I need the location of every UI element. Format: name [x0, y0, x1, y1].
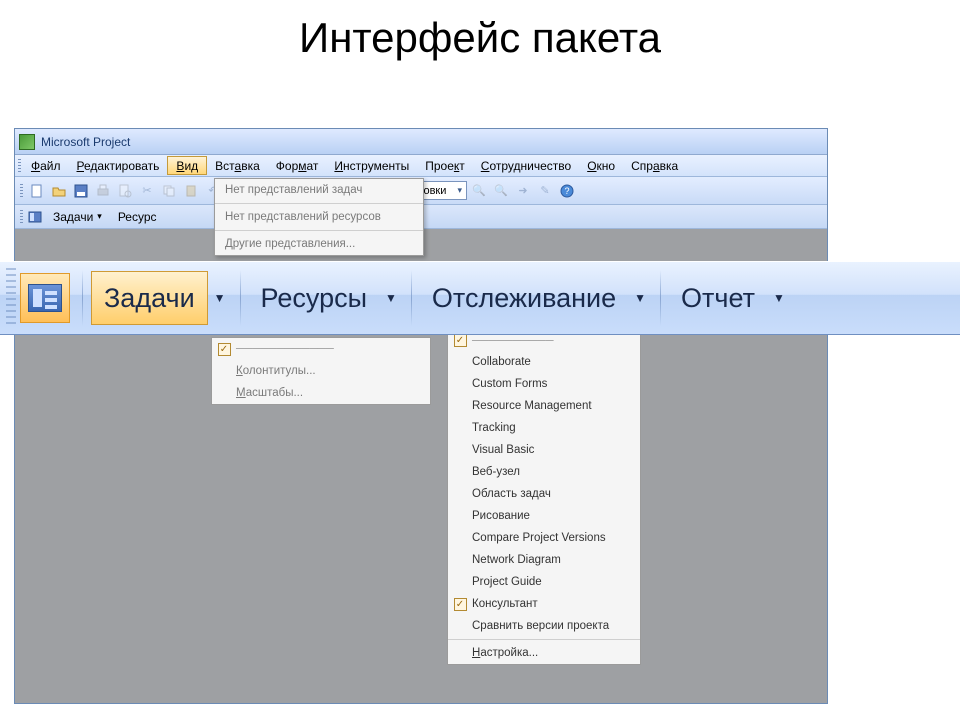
chevron-down-icon: ▼	[385, 291, 397, 305]
app-title: Microsoft Project	[41, 135, 130, 149]
wizard-icon[interactable]: ✎	[535, 181, 555, 201]
menubar: Файл Редактировать Вид Вставка Формат Ин…	[15, 155, 827, 177]
tb-web[interactable]: Веб-узел	[448, 461, 640, 483]
guide-tasks-btn[interactable]: Задачи ▾	[45, 207, 110, 227]
menu-collab[interactable]: Сотрудничество	[473, 155, 579, 176]
guide-resources-dropdown[interactable]: ▼	[379, 271, 403, 325]
view-sub-headers-footers[interactable]: Колонтитулы...	[212, 360, 430, 382]
view-dd-other[interactable]: Другие представления...	[215, 233, 423, 255]
view-sub-zoom[interactable]: Масштабы...	[212, 382, 430, 404]
guide-view-icon[interactable]	[25, 207, 45, 227]
help-icon[interactable]: ?	[557, 181, 577, 201]
tb-customize[interactable]: Настройка...	[448, 642, 640, 664]
guide-pane-toggle[interactable]	[20, 273, 70, 323]
guide-grip-icon[interactable]	[17, 210, 25, 224]
divider	[411, 270, 412, 326]
app-icon	[19, 134, 35, 150]
chevron-down-icon: ▼	[214, 291, 226, 305]
guide-resources-btn[interactable]: Ресурс	[110, 207, 165, 227]
guide-bar-grip-icon[interactable]	[6, 268, 16, 328]
project-guide-bar: Задачи ▼ Ресурсы ▼ Отслеживание ▼ Отчет …	[0, 261, 960, 335]
tb-consultant[interactable]: ✓Консультант	[448, 593, 640, 615]
toolbar-grip-icon[interactable]	[17, 184, 25, 198]
view-dropdown: Нет представлений задач Нет представлени…	[214, 178, 424, 256]
divider	[215, 203, 423, 204]
menu-help[interactable]: Справка	[623, 155, 686, 176]
chevron-down-icon: ▼	[634, 291, 646, 305]
guide-tasks-button[interactable]: Задачи	[91, 271, 208, 325]
divider	[240, 270, 241, 326]
view-submenu: ✓ ──────────── Колонтитулы... Масштабы..…	[211, 337, 431, 405]
tb-compare[interactable]: Compare Project Versions	[448, 527, 640, 549]
guide-resources-button[interactable]: Ресурсы	[249, 271, 379, 325]
tb-taskpane[interactable]: Область задач	[448, 483, 640, 505]
tb-project-guide[interactable]: Project Guide	[448, 571, 640, 593]
menu-window[interactable]: Окно	[579, 155, 623, 176]
print-icon[interactable]	[93, 181, 113, 201]
tb-custom-forms[interactable]: Custom Forms	[448, 373, 640, 395]
menubar-grip-icon[interactable]	[15, 155, 23, 176]
svg-text:?: ?	[564, 186, 569, 196]
guide-report-button[interactable]: Отчет	[669, 271, 767, 325]
open-icon[interactable]	[49, 181, 69, 201]
divider	[448, 639, 640, 640]
tb-collaborate[interactable]: Collaborate	[448, 351, 640, 373]
divider	[215, 230, 423, 231]
goto-icon[interactable]: ➜	[513, 181, 533, 201]
divider	[82, 270, 83, 326]
checkbox-checked-icon: ✓	[454, 598, 467, 611]
zoom-out-icon[interactable]: 🔍	[469, 181, 489, 201]
paste-icon[interactable]	[181, 181, 201, 201]
guide-report-dropdown[interactable]: ▼	[767, 271, 791, 325]
preview-icon[interactable]	[115, 181, 135, 201]
divider	[660, 270, 661, 326]
slide-title: Интерфейс пакета	[0, 0, 960, 70]
guide-tracking-button[interactable]: Отслеживание	[420, 271, 628, 325]
menu-project[interactable]: Проект	[417, 155, 473, 176]
view-sub-header[interactable]: ✓ ────────────	[212, 338, 430, 360]
checkbox-checked-icon: ✓	[454, 334, 467, 347]
chevron-down-icon: ▼	[773, 291, 785, 305]
menu-view[interactable]: Вид	[167, 156, 207, 175]
tb-drawing[interactable]: Рисование	[448, 505, 640, 527]
menu-insert[interactable]: Вставка	[207, 155, 268, 176]
tb-tracking[interactable]: Tracking	[448, 417, 640, 439]
guide-tracking-dropdown[interactable]: ▼	[628, 271, 652, 325]
guide-tasks-dropdown[interactable]: ▼	[208, 271, 232, 325]
menu-tools[interactable]: Инструменты	[326, 155, 417, 176]
tb-resource-mgmt[interactable]: Resource Management	[448, 395, 640, 417]
checkbox-checked-icon: ✓	[218, 343, 231, 356]
new-icon[interactable]	[27, 181, 47, 201]
save-icon[interactable]	[71, 181, 91, 201]
tb-compare-versions[interactable]: Сравнить версии проекта	[448, 615, 640, 637]
tb-visual-basic[interactable]: Visual Basic	[448, 439, 640, 461]
zoom-in-icon[interactable]: 🔍	[491, 181, 511, 201]
titlebar: Microsoft Project	[15, 129, 827, 155]
pane-icon	[28, 284, 62, 312]
tb-network[interactable]: Network Diagram	[448, 549, 640, 571]
menu-file[interactable]: Файл	[23, 155, 69, 176]
view-dd-noresources[interactable]: Нет представлений ресурсов	[215, 206, 423, 228]
menu-edit[interactable]: Редактировать	[69, 155, 168, 176]
view-dd-notasks[interactable]: Нет представлений задач	[215, 179, 423, 201]
cut-icon[interactable]: ✂	[137, 181, 157, 201]
menu-format[interactable]: Формат	[268, 155, 327, 176]
copy-icon[interactable]	[159, 181, 179, 201]
toolbars-dropdown: ✓────────── Collaborate Custom Forms Res…	[447, 328, 641, 665]
